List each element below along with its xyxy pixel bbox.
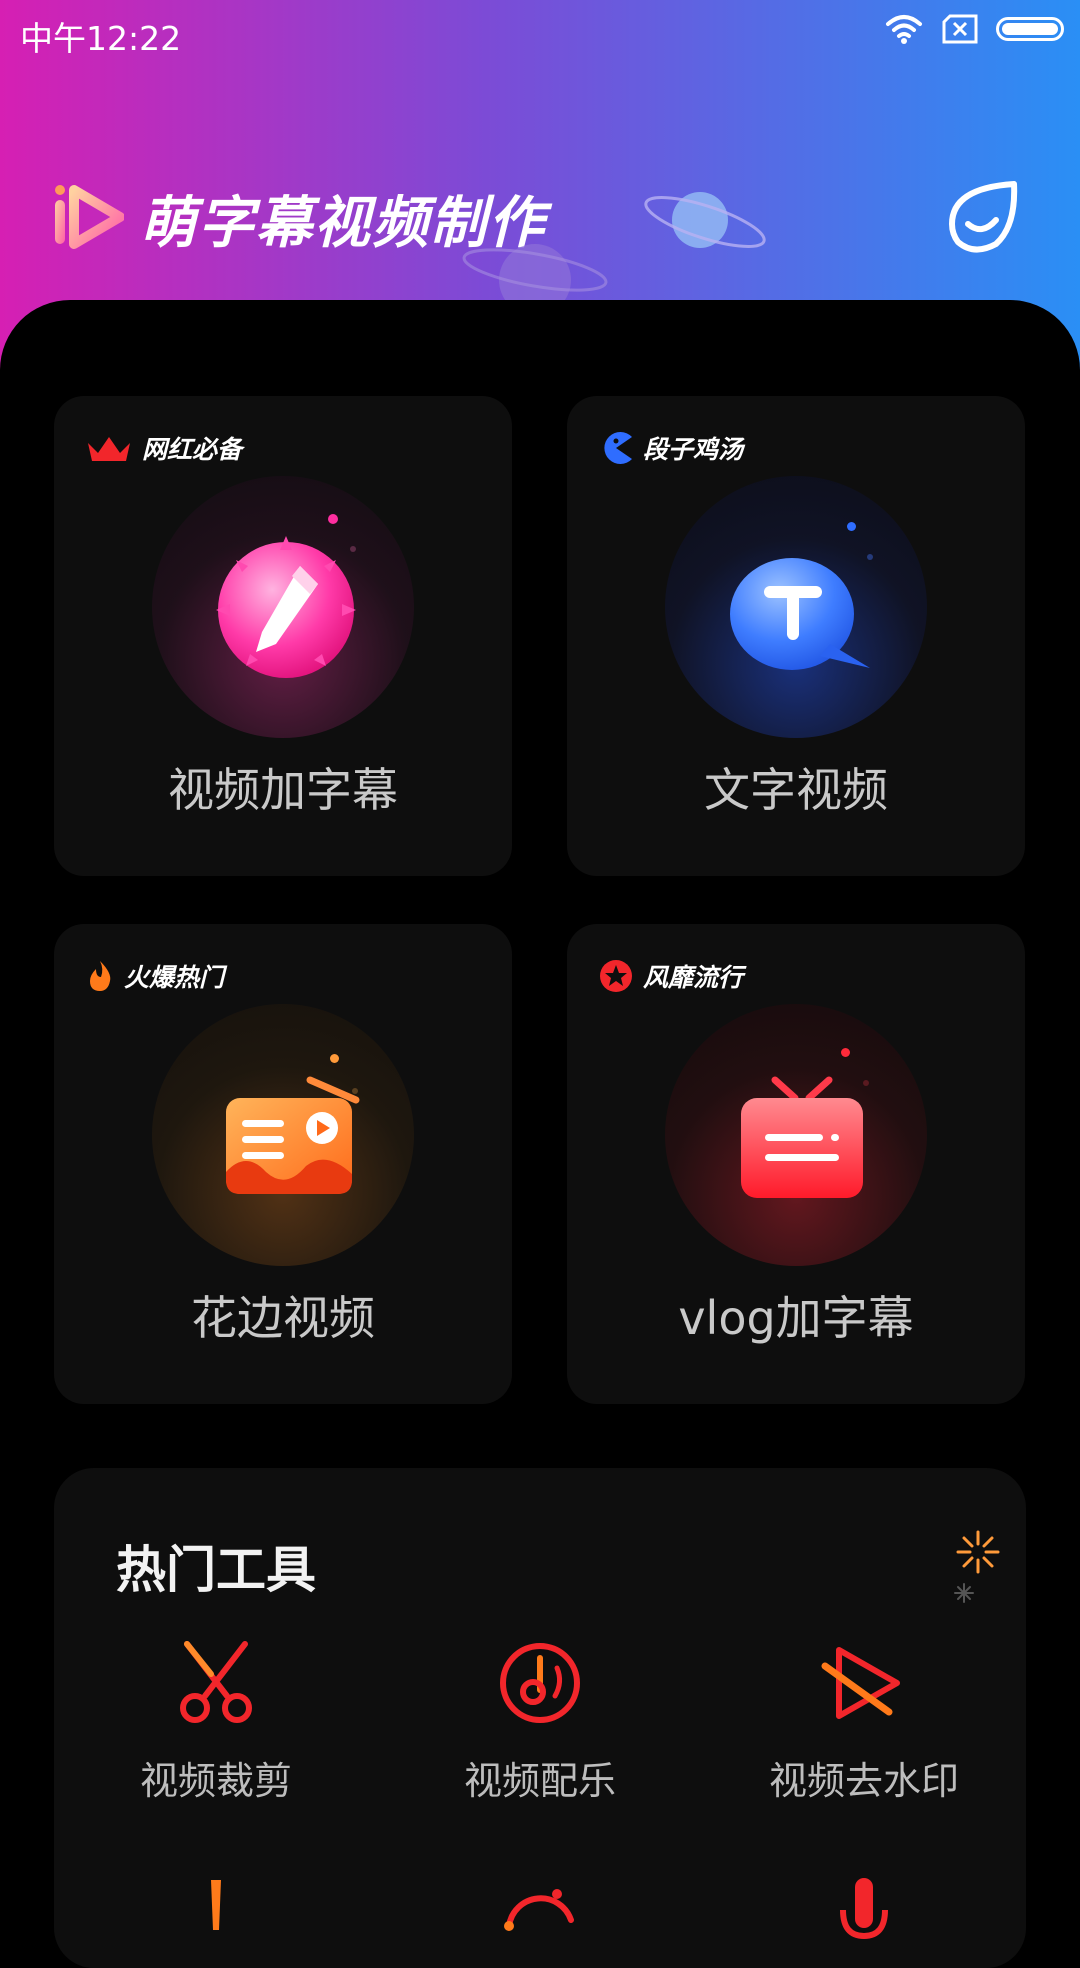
card-label: 视频加字幕 bbox=[168, 763, 398, 817]
card-label: 花边视频 bbox=[191, 1291, 375, 1345]
card-tag-label: 网红必备 bbox=[142, 435, 243, 464]
card-tag-label: 风靡流行 bbox=[643, 963, 744, 992]
tv-icon bbox=[741, 1076, 863, 1198]
status-bar: 中午12:22 bbox=[0, 0, 1080, 60]
star-badge-icon bbox=[600, 960, 632, 992]
hot-tools-title: 热门工具 bbox=[116, 1541, 316, 1599]
tool-video-trim[interactable]: 视频裁剪 bbox=[54, 1638, 378, 1805]
tool-label: 视频裁剪 bbox=[139, 1759, 292, 1803]
exclamation-icon bbox=[211, 1880, 221, 1930]
card-label: 文字视频 bbox=[704, 763, 888, 817]
tool-video-music[interactable]: 视频配乐 bbox=[378, 1638, 702, 1805]
wifi-icon bbox=[884, 14, 924, 44]
hot-tools-panel: 热门工具 视频裁剪 视频配乐 视频去水印 bbox=[54, 1468, 1026, 1968]
app-logo-icon bbox=[52, 184, 125, 254]
card-vlog-subtitles[interactable]: 风靡流行 vlog加字幕 bbox=[567, 924, 1025, 1404]
card-tag: 风靡流行 bbox=[599, 958, 743, 994]
play-slash-icon bbox=[821, 1647, 900, 1719]
card-tag: 火爆热门 bbox=[86, 958, 224, 994]
radio-icon bbox=[226, 1076, 360, 1194]
tool-label: 视频去水印 bbox=[768, 1759, 959, 1803]
status-time: 中午12:22 bbox=[20, 19, 182, 58]
text-chat-bubble-icon bbox=[730, 558, 870, 670]
card-text-video[interactable]: 段子鸡汤 文字视频 bbox=[567, 396, 1025, 876]
profile-button[interactable] bbox=[944, 180, 1020, 256]
firework-icon bbox=[954, 1530, 1000, 1603]
planet-decoration-icon bbox=[644, 192, 766, 248]
battery-icon bbox=[996, 17, 1064, 41]
status-icons bbox=[884, 14, 1064, 44]
pacman-icon bbox=[604, 432, 632, 464]
card-video-subtitles[interactable]: 网红必备 视频加字幕 bbox=[54, 396, 512, 876]
sparkle-dot bbox=[328, 514, 338, 524]
gif-icon bbox=[504, 1889, 574, 1931]
card-gossip-video[interactable]: 火爆热门 花边视频 bbox=[54, 924, 512, 1404]
card-tag: 段子鸡汤 bbox=[599, 430, 743, 466]
card-tag: 网红必备 bbox=[86, 430, 242, 466]
card-tag-label: 段子鸡汤 bbox=[643, 435, 744, 464]
no-sim-icon bbox=[942, 14, 978, 44]
flame-icon bbox=[90, 961, 111, 991]
music-disc-icon bbox=[500, 1643, 580, 1723]
tool-item-6[interactable] bbox=[702, 1870, 1026, 1960]
tool-label: 视频配乐 bbox=[463, 1759, 616, 1803]
crown-icon bbox=[88, 437, 130, 461]
microphone-icon bbox=[840, 1878, 888, 1940]
scissors-icon bbox=[180, 1641, 252, 1723]
main-content: 网红必备 视频加字幕 段子鸡汤 文字视频 火爆热门 花边视频 风靡流行 vlog… bbox=[0, 300, 1080, 1968]
card-tag-label: 火爆热门 bbox=[124, 963, 225, 992]
tool-item-4[interactable] bbox=[54, 1870, 378, 1960]
card-label: vlog加字幕 bbox=[678, 1291, 914, 1345]
tool-remove-watermark[interactable]: 视频去水印 bbox=[702, 1638, 1026, 1805]
pencil-bubble-icon bbox=[216, 536, 356, 678]
tool-item-5[interactable] bbox=[378, 1870, 702, 1960]
